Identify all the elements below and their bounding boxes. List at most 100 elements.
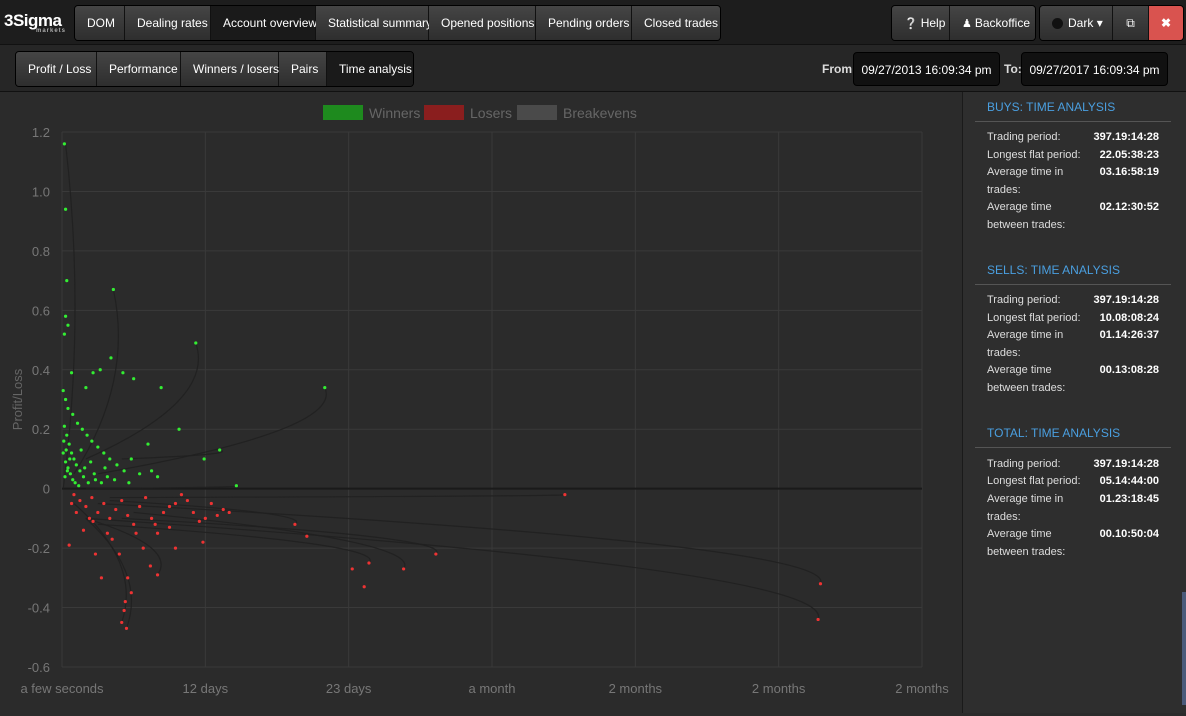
loser-point <box>138 504 142 509</box>
y-tick-label: -0.6 <box>28 660 50 675</box>
stat-key: Longest flat period: <box>987 312 1081 324</box>
y-tick-label: 1.2 <box>32 125 50 140</box>
winner-point <box>93 478 98 482</box>
winner-point <box>63 397 68 402</box>
stat-key: Trading period: <box>987 458 1061 470</box>
loser-point <box>84 504 88 509</box>
tab-pairs[interactable]: Pairs <box>279 52 327 86</box>
tab-winners-losers[interactable]: Winners / losers <box>181 52 279 86</box>
divider <box>975 447 1171 448</box>
winner-point <box>81 475 86 479</box>
nav-statistical-summary[interactable]: Statistical summary <box>316 6 432 40</box>
nav-opened-positions[interactable]: Opened positions <box>429 6 536 40</box>
theme-dropdown[interactable]: Dark ▾ <box>1040 6 1113 40</box>
loser-point <box>91 519 95 523</box>
winner-point <box>99 481 104 485</box>
help-label: Help <box>920 16 946 30</box>
stat-key: Average time in trades: <box>987 493 1064 523</box>
loser-point <box>362 585 366 589</box>
divider <box>975 284 1171 285</box>
winner-point <box>69 451 74 455</box>
user-icon: ♟ <box>962 18 972 30</box>
nav-dom[interactable]: DOM <box>75 6 125 40</box>
stat-row: Trading period: 397.19:14:28 <box>987 456 1159 474</box>
loser-point <box>816 617 820 622</box>
winner-point <box>92 472 96 476</box>
from-label: From: <box>822 62 856 76</box>
popout-button[interactable]: ⧉ <box>1113 6 1149 40</box>
total-title: TOTAL: TIME ANALYSIS <box>987 426 1121 440</box>
loser-point <box>81 528 86 532</box>
winner-point <box>77 484 81 488</box>
winner-point <box>64 448 68 452</box>
winner-point <box>73 481 77 485</box>
winner-point <box>159 386 163 390</box>
scatter-chart: 1.2 1.0 0.8 0.6 0.4 0.2 0 -0.2 -0.4 -0.6 a few sec… <box>10 105 949 696</box>
stat-key: Trading period: <box>987 131 1061 143</box>
winner-point <box>68 472 72 476</box>
nav-account-overview[interactable]: Account overview <box>211 6 317 40</box>
close-button[interactable]: ✖ <box>1149 6 1183 40</box>
nav-pending-orders[interactable]: Pending orders <box>536 6 632 40</box>
loser-point <box>102 501 106 506</box>
stat-row: Trading period: 397.19:14:28 <box>987 129 1159 147</box>
x-tick-label: 2 months <box>752 681 806 696</box>
loser-point <box>434 552 438 556</box>
loser-point <box>161 510 166 515</box>
winner-point <box>194 341 198 345</box>
stat-key: Average time between trades: <box>987 528 1066 558</box>
winner-point <box>67 442 71 446</box>
winner-point <box>62 332 66 336</box>
winner-point <box>68 457 72 461</box>
to-date-input[interactable]: 09/27/2017 16:09:34 pm <box>1021 52 1168 86</box>
loser-point <box>149 516 154 520</box>
winner-point <box>146 442 150 446</box>
loser-point <box>167 525 172 529</box>
legend-label: Breakevens <box>563 105 637 121</box>
loser-point <box>134 531 138 535</box>
stat-row: Average time in trades: 01.14:26:37 <box>987 327 1159 362</box>
top-bar: 3Sigma markets DOM Dealing rates Account … <box>0 0 1186 45</box>
winner-point <box>66 466 70 470</box>
winner-point <box>83 466 87 470</box>
loser-point <box>105 531 109 535</box>
legend-swatch <box>517 105 557 120</box>
stat-key: Average time in trades: <box>987 329 1064 359</box>
scrollbar[interactable] <box>1182 592 1186 705</box>
loser-point <box>126 576 130 580</box>
stat-key: Longest flat period: <box>987 149 1081 161</box>
tab-performance[interactable]: Performance <box>97 52 181 86</box>
stat-key: Trading period: <box>987 294 1061 306</box>
winner-point <box>105 475 109 479</box>
loser-point <box>215 513 219 518</box>
loser-point <box>141 546 145 550</box>
winner-point <box>149 469 154 473</box>
winner-point <box>72 457 76 461</box>
winner-point <box>103 466 107 470</box>
loser-point <box>201 540 205 544</box>
loser-point <box>153 522 157 526</box>
winner-point <box>66 323 70 327</box>
winner-point <box>109 356 113 360</box>
tab-time-analysis[interactable]: Time analysis <box>327 52 413 86</box>
winner-point <box>80 427 84 431</box>
loser-point <box>367 561 371 565</box>
help-group: ❔ Help ♟ Backoffice <box>891 5 1036 41</box>
loser-point <box>209 501 213 506</box>
winner-point <box>121 371 125 375</box>
help-button[interactable]: ❔ Help <box>892 6 950 40</box>
nav-closed-trades[interactable]: Closed trades <box>632 6 720 40</box>
tab-profit-loss[interactable]: Profit / Loss <box>16 52 97 86</box>
winner-point <box>66 406 70 411</box>
stat-value: 397.19:14:28 <box>1093 131 1159 143</box>
stat-key: Average time in trades: <box>987 166 1064 196</box>
loser-point <box>120 620 124 625</box>
nav-dealing-rates[interactable]: Dealing rates <box>125 6 211 40</box>
loser-point <box>173 501 178 506</box>
buys-title: BUYS: TIME ANALYSIS <box>987 100 1116 114</box>
y-tick-label: 0.4 <box>32 363 50 378</box>
backoffice-button[interactable]: ♟ Backoffice <box>950 6 1035 40</box>
y-tick-label: 0 <box>43 482 50 497</box>
winner-point <box>65 279 69 283</box>
from-date-input[interactable]: 09/27/2013 16:09:34 pm <box>853 52 1000 86</box>
